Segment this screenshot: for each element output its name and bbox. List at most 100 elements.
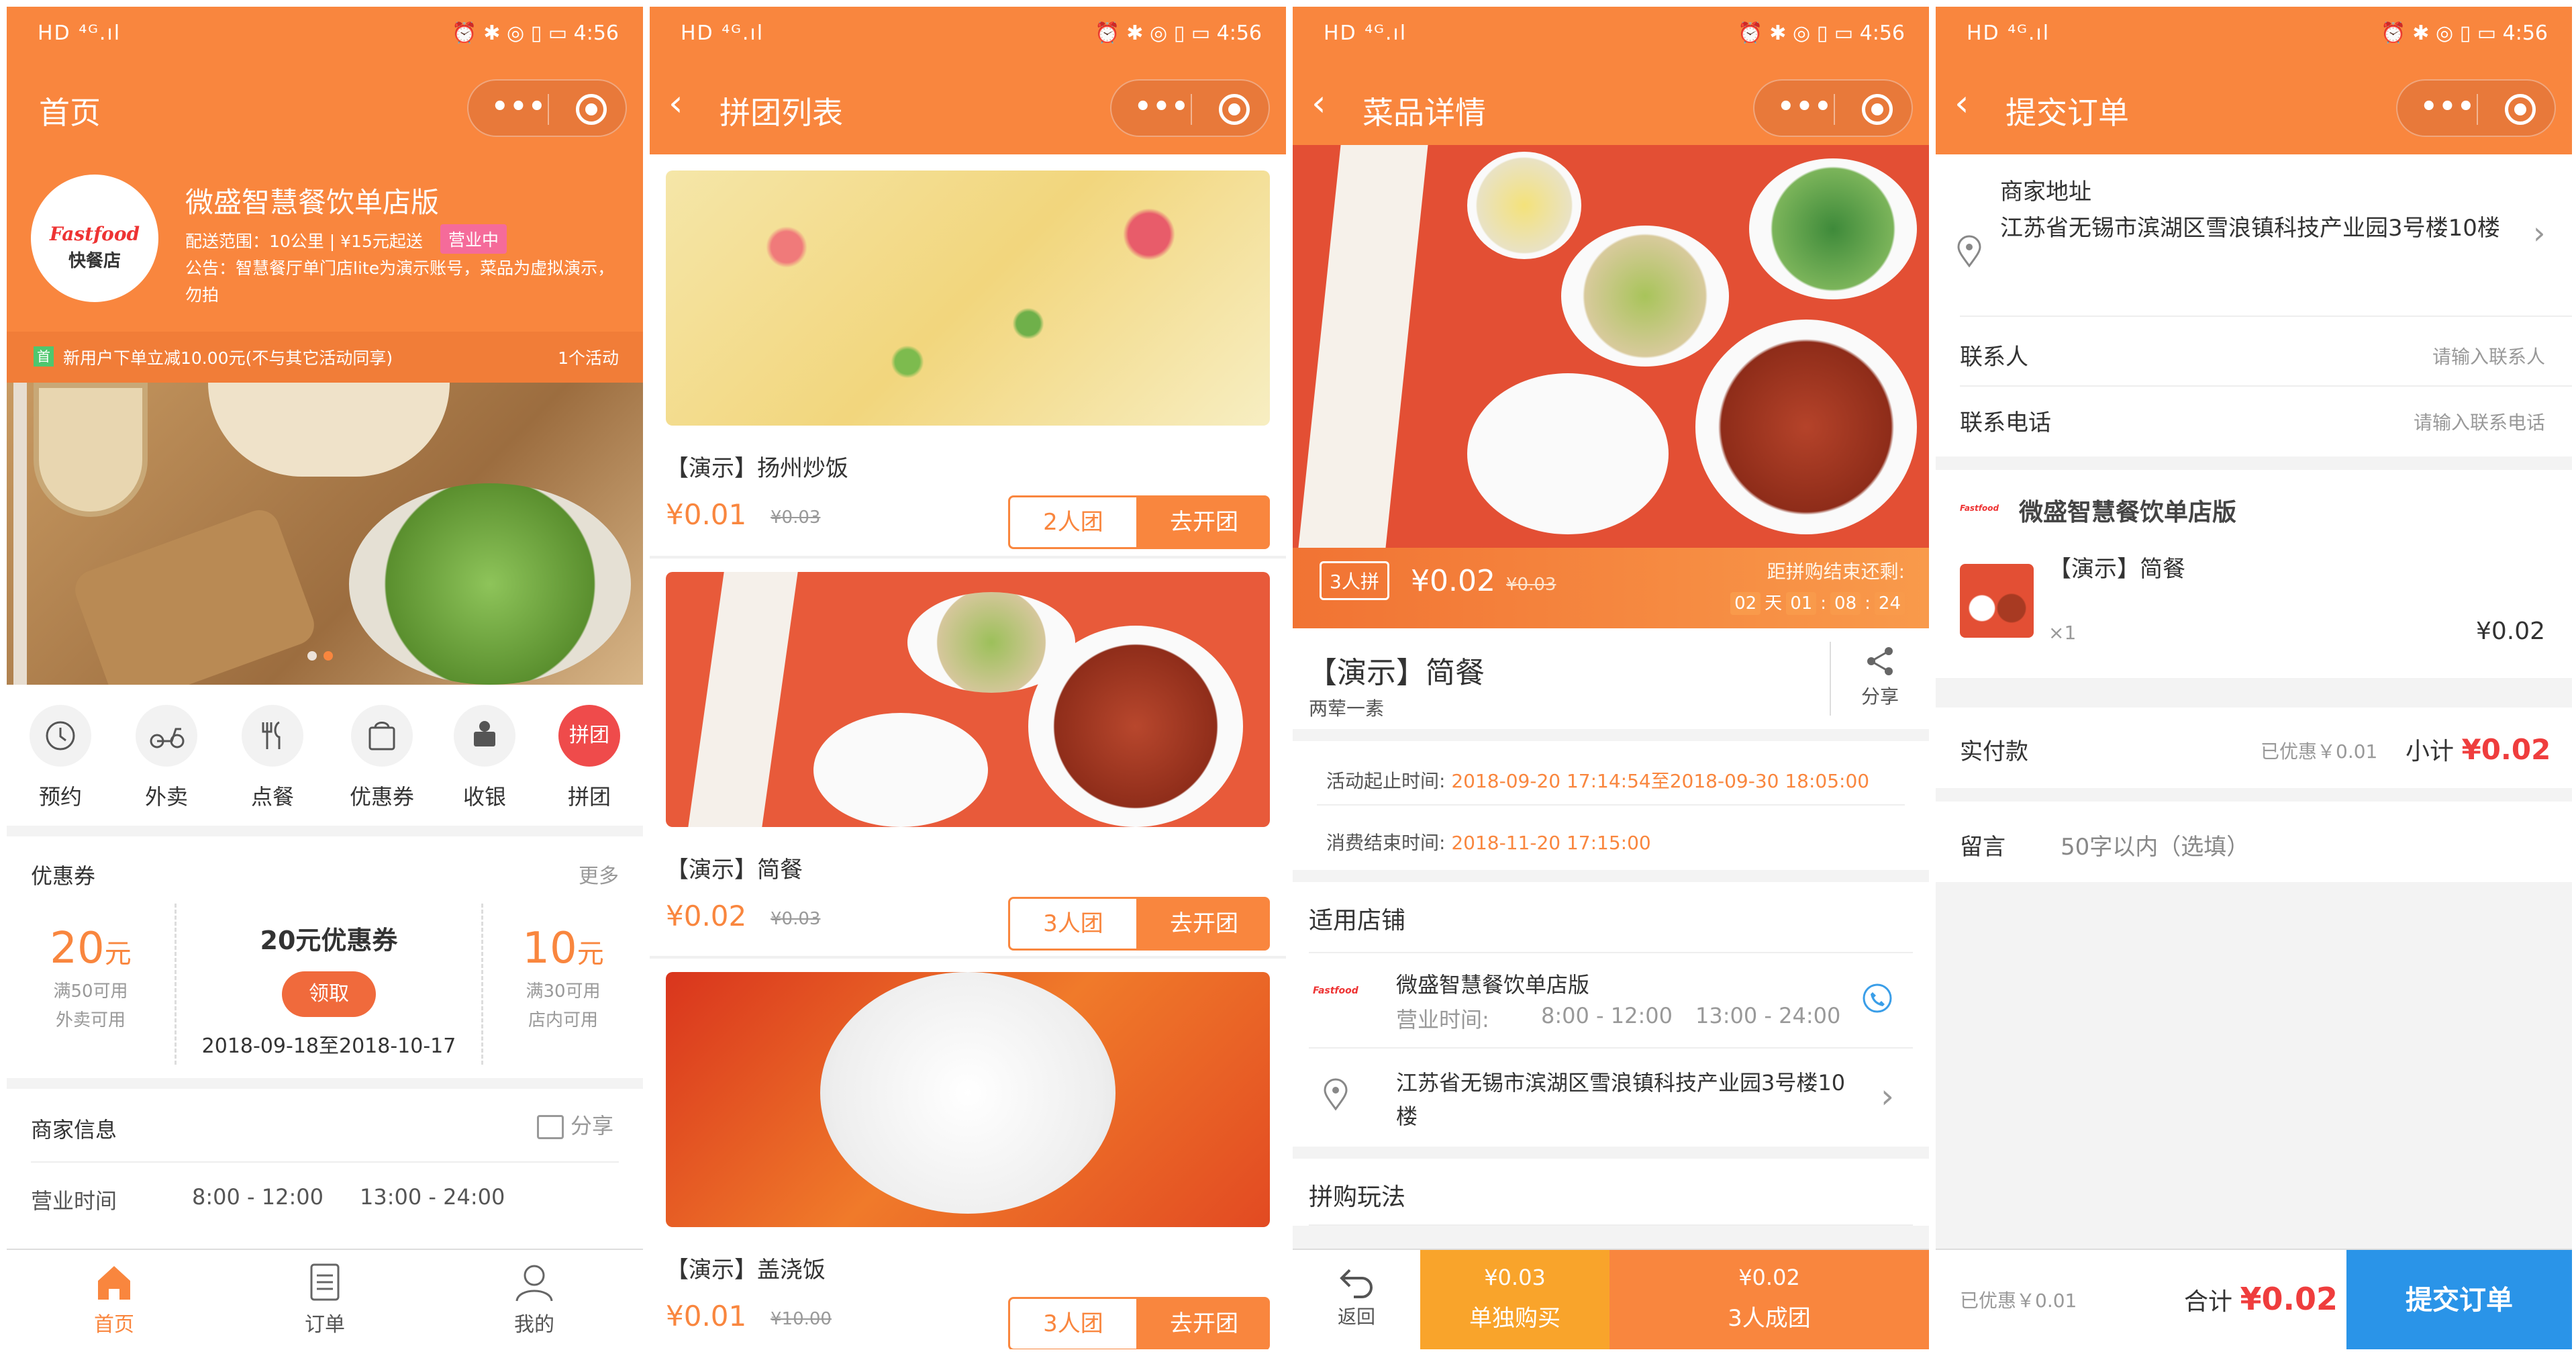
more-icon[interactable]: ••• xyxy=(2420,91,2476,122)
store-address[interactable]: 江苏省无锡市滨湖区雪浪镇科技产业园3号楼10楼 xyxy=(1396,1066,1866,1133)
share-button[interactable]: 分享 xyxy=(1850,644,1910,709)
more-icon[interactable]: ••• xyxy=(1134,91,1190,122)
group-buy-button[interactable]: ¥0.02 3人成团 xyxy=(1609,1250,1929,1349)
submit-bar: 已优惠￥0.01 合计 ¥0.02 提交订单 xyxy=(1936,1249,2572,1349)
start-group-button[interactable]: 去开团 xyxy=(1138,1297,1270,1349)
countdown-label: 距拼购结束还剩: xyxy=(1767,561,1905,583)
feature-cashier[interactable]: 收银 xyxy=(452,705,517,811)
feature-group-buy[interactable]: 拼团 拼团 xyxy=(557,705,622,811)
group-list-screen: HD ⁴ᴳ.ıl ⏰ ✱ ◎ ▯ ▭ 4:56 ‹ 拼团列表 ••• 【演示】扬… xyxy=(650,7,1286,1349)
coupon-card-featured[interactable]: 20元优惠券 领取 2018-09-18至2018-10-17 xyxy=(175,904,483,1065)
list-item[interactable]: 【演示】扬州炒饭 ¥0.01 ¥0.03 2人团 去开团 xyxy=(650,154,1286,556)
user-icon xyxy=(514,1262,554,1302)
item-original-price: ¥0.03 xyxy=(771,507,821,528)
banner-dot[interactable] xyxy=(307,651,317,661)
submit-order-screen: HD ⁴ᴳ.ıl ⏰ ✱ ◎ ▯ ▭ 4:56 ‹ 提交订单 ••• 商家地址 … xyxy=(1936,7,2572,1349)
item-original-price: ¥10.00 xyxy=(771,1309,832,1329)
claim-coupon-button[interactable]: 领取 xyxy=(282,971,376,1017)
payment-summary: 实付款 已优惠￥0.01 小计 ¥0.02 xyxy=(1936,708,2572,788)
home-icon xyxy=(94,1262,134,1302)
back-icon[interactable]: ‹ xyxy=(1311,82,1326,124)
start-group-button[interactable]: 去开团 xyxy=(1138,495,1270,549)
page-title: 首页 xyxy=(39,95,101,131)
coupon-bag-icon xyxy=(351,705,413,767)
store-logo: Fastfood xyxy=(1313,985,1358,996)
order-icon xyxy=(305,1262,345,1302)
list-item[interactable]: 【演示】盖浇饭 ¥0.01 ¥10.00 3人团 去开团 xyxy=(650,956,1286,1349)
coupon-card[interactable]: 10元 满30可用 店内可用 xyxy=(499,924,627,1031)
status-bar: HD ⁴ᴳ.ıl ⏰ ✱ ◎ ▯ ▭ 4:56 xyxy=(1293,7,1929,60)
start-group-button[interactable]: 去开团 xyxy=(1138,897,1270,951)
group-price: ¥0.02 xyxy=(1411,564,1495,598)
bottom-discount: 已优惠￥0.01 xyxy=(1960,1290,2077,1312)
close-miniprogram-icon[interactable] xyxy=(576,94,607,125)
feature-dine-in[interactable]: 点餐 xyxy=(240,705,305,811)
banner-dot-active[interactable] xyxy=(324,651,333,661)
phone-input[interactable]: 请输入联系电话 xyxy=(2414,408,2545,435)
more-icon[interactable]: ••• xyxy=(1777,91,1833,122)
back-icon[interactable]: ‹ xyxy=(668,82,683,124)
status-bar: HD ⁴ᴳ.ıl ⏰ ✱ ◎ ▯ ▭ 4:56 xyxy=(7,7,643,60)
close-miniprogram-icon[interactable] xyxy=(1862,94,1893,125)
back-button[interactable]: 返回 xyxy=(1320,1261,1393,1329)
item-original-price: ¥0.03 xyxy=(771,909,821,929)
coupon-more-link[interactable]: 更多 xyxy=(579,859,619,889)
scooter-icon xyxy=(136,705,197,767)
home-screen: HD ⁴ᴳ.ıl ⏰ ✱ ◎ ▯ ▭ 4:56 首页 ••• Fastfood … xyxy=(7,7,643,1349)
banner-image[interactable] xyxy=(7,383,643,711)
more-icon[interactable]: ••• xyxy=(491,91,547,122)
promo-bar[interactable]: 首 新用户下单立减10.00元(不与其它活动同享) 1个活动 xyxy=(7,332,643,383)
original-price: ¥0.03 xyxy=(1506,575,1556,595)
page-title: 拼团列表 xyxy=(720,95,843,131)
item-price: ¥0.01 xyxy=(666,498,747,531)
submit-order-button[interactable]: 提交订单 xyxy=(2346,1250,2572,1349)
chevron-right-icon[interactable]: › xyxy=(2533,215,2545,251)
nav-bar: ‹ 菜品详情 ••• xyxy=(1293,60,1929,154)
nav-bar: ‹ 提交订单 ••• xyxy=(1936,60,2572,154)
status-bar: HD ⁴ᴳ.ıl ⏰ ✱ ◎ ▯ ▭ 4:56 xyxy=(650,7,1286,60)
chevron-right-icon[interactable]: › xyxy=(1881,1077,1894,1116)
group-price-bar: 3人拼 ¥0.02 ¥0.03 距拼购结束还剩: 02 天 01:08:24 xyxy=(1293,548,1929,628)
promo-text: 新用户下单立减10.00元(不与其它活动同享) xyxy=(63,348,393,368)
hours-label: 营业时间 xyxy=(31,1188,117,1214)
location-icon xyxy=(1956,235,1983,269)
dish-desc: 两荤一素 xyxy=(1309,697,1385,720)
coupon-card[interactable]: 20元 满50可用 外卖可用 xyxy=(27,924,154,1031)
item-price: ¥0.02 xyxy=(2475,618,2545,645)
mini-program-capsule[interactable]: ••• xyxy=(1753,79,1913,137)
tab-orders[interactable]: 订单 xyxy=(285,1262,365,1337)
signal-indicator: HD ⁴ᴳ.ıl xyxy=(38,21,121,45)
store-name: 微盛智慧餐饮单店版 xyxy=(2019,499,2237,526)
status-icons-time: ⏰ ✱ ◎ ▯ ▭ 4:56 xyxy=(452,21,619,45)
remark-input[interactable]: 50字以内（选填） xyxy=(2061,828,2249,861)
mini-program-capsule[interactable]: ••• xyxy=(2396,79,2556,137)
set-meal-image xyxy=(666,572,1270,827)
subtotal-label: 小计 xyxy=(2406,738,2455,765)
list-item[interactable]: 【演示】简餐 ¥0.02 ¥0.03 3人团 去开团 xyxy=(650,556,1286,956)
feature-coupon[interactable]: 优惠券 xyxy=(345,705,419,811)
coupon-date: 2018-09-18至2018-10-17 xyxy=(201,1034,456,1058)
phone-icon[interactable] xyxy=(1862,983,1893,1014)
feature-takeout[interactable]: 外卖 xyxy=(134,705,199,811)
share-button[interactable]: 分享 xyxy=(536,1109,613,1140)
close-miniprogram-icon[interactable] xyxy=(2505,94,2536,125)
contact-input[interactable]: 请输入联系人 xyxy=(2432,342,2545,369)
back-icon[interactable]: ‹ xyxy=(1954,82,1969,124)
feature-grid: 预约 外卖 点餐 优惠券 收银 拼团 拼团 xyxy=(7,685,643,826)
buy-alone-button[interactable]: ¥0.03 单独购买 xyxy=(1420,1250,1609,1349)
close-miniprogram-icon[interactable] xyxy=(1219,94,1250,125)
clock-icon xyxy=(30,705,91,767)
mini-program-capsule[interactable]: ••• xyxy=(467,79,627,137)
nav-bar: 首页 ••• xyxy=(7,60,643,154)
tab-home[interactable]: 首页 xyxy=(74,1262,154,1337)
address-label: 商家地址 xyxy=(2000,179,2091,205)
feature-preorder[interactable]: 预约 xyxy=(28,705,93,811)
tab-profile[interactable]: 我的 xyxy=(494,1262,575,1337)
contact-label: 联系人 xyxy=(1960,344,2028,371)
group-size-tag: 3人团 xyxy=(1008,1297,1138,1349)
phone-label: 联系电话 xyxy=(1960,409,2051,436)
dish-image xyxy=(1293,145,1929,548)
promo-count: 1个活动 xyxy=(558,348,619,368)
order-items: Fastfood 微盛智慧餐饮单店版 【演示】简餐 ×1 ¥0.02 xyxy=(1936,470,2572,678)
mini-program-capsule[interactable]: ••• xyxy=(1110,79,1270,137)
